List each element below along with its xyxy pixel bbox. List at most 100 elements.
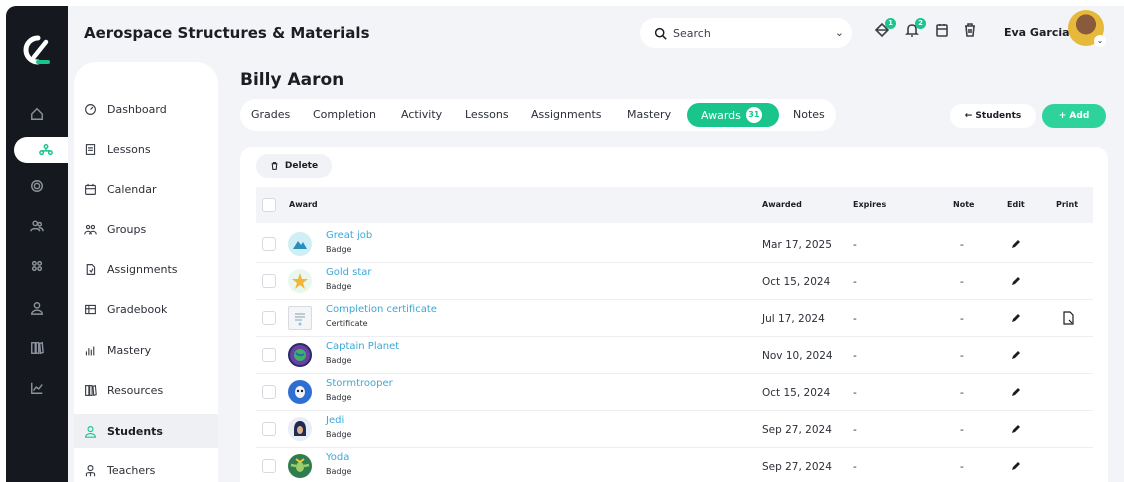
rail-library[interactable] (6, 336, 68, 360)
row-checkbox[interactable] (262, 311, 276, 325)
tab-awards[interactable]: Awards 31 (687, 103, 779, 127)
calendar-button[interactable] (934, 22, 954, 44)
tab-lessons[interactable]: Lessons (465, 108, 509, 121)
row-checkbox[interactable] (262, 422, 276, 436)
table-row[interactable]: Stormtrooper Badge Oct 15, 2024 - - (256, 374, 1093, 411)
note-value: - (960, 239, 964, 251)
row-checkbox[interactable] (262, 274, 276, 288)
tab-activity[interactable]: Activity (401, 108, 442, 121)
nav-item-resources[interactable]: Resources (84, 379, 163, 401)
print-icon[interactable] (1062, 311, 1074, 325)
rail-person[interactable] (6, 296, 68, 320)
award-name-link[interactable]: Great job (326, 230, 372, 241)
table-row[interactable]: Gold star Badge Oct 15, 2024 - - (256, 263, 1093, 300)
library-icon (31, 341, 44, 355)
award-type: Certificate (326, 319, 368, 328)
table-row[interactable]: Great job Badge Mar 17, 2025 - - (256, 226, 1093, 263)
pencil-icon[interactable] (1010, 460, 1022, 472)
nav-item-lessons[interactable]: Lessons (84, 138, 151, 160)
home-icon (31, 107, 43, 120)
pencil-icon[interactable] (1010, 275, 1022, 287)
tab-grades[interactable]: Grades (251, 108, 290, 121)
trash-icon (965, 23, 975, 37)
user-name[interactable]: Eva Garcia (1004, 26, 1070, 39)
table-row[interactable]: Captain Planet Badge Nov 10, 2024 - - (256, 337, 1093, 374)
icon-rail (6, 6, 78, 482)
yoda-badge-icon (288, 454, 312, 478)
avatar-chevron-icon[interactable]: ⌄ (1094, 35, 1106, 47)
student-icon (85, 425, 96, 438)
award-name-link[interactable]: Jedi (326, 415, 344, 426)
add-award-button[interactable]: + Add (1042, 104, 1106, 128)
messages-button[interactable]: 1 (874, 18, 896, 44)
header-award[interactable]: Award (289, 200, 318, 209)
nav-item-calendar[interactable]: Calendar (84, 178, 156, 200)
delete-label: Delete (284, 161, 319, 171)
notifications-button[interactable]: 2 (904, 18, 926, 44)
rail-users[interactable] (6, 214, 68, 238)
rail-home[interactable] (6, 102, 68, 126)
tab-assignments[interactable]: Assignments (531, 108, 602, 121)
table-row[interactable]: Completion certificate Certificate Jul 1… (256, 300, 1093, 337)
rail-target[interactable] (6, 174, 68, 198)
awarded-date: Oct 15, 2024 (762, 276, 831, 288)
nav-item-teachers[interactable]: Teachers (84, 459, 155, 481)
table-row[interactable]: Jedi Badge Sep 27, 2024 - - (256, 411, 1093, 448)
search-box[interactable]: Search ⌄ (640, 18, 852, 48)
row-checkbox[interactable] (262, 237, 276, 251)
award-name-link[interactable]: Stormtrooper (326, 378, 393, 389)
tab-notes[interactable]: Notes (793, 108, 825, 121)
trash-button[interactable] (962, 22, 982, 44)
header-awarded[interactable]: Awarded (762, 200, 802, 209)
mastery-icon (85, 345, 95, 355)
row-checkbox[interactable] (262, 348, 276, 362)
row-checkbox[interactable] (262, 385, 276, 399)
pencil-icon[interactable] (1010, 349, 1022, 361)
delete-button[interactable]: Delete (256, 154, 332, 178)
chart-icon (31, 382, 43, 394)
awarded-date: Sep 27, 2024 (762, 424, 832, 436)
award-type: Badge (326, 245, 352, 254)
back-to-students-button[interactable]: ← Students (950, 104, 1036, 128)
pencil-icon[interactable] (1010, 238, 1022, 250)
award-name-link[interactable]: Yoda (326, 452, 349, 463)
groups-icon (84, 224, 97, 234)
resources-icon (85, 384, 97, 396)
awarded-date: Oct 15, 2024 (762, 387, 831, 399)
pencil-icon[interactable] (1010, 423, 1022, 435)
nav-item-label: Groups (107, 222, 147, 236)
awarded-date: Nov 10, 2024 (762, 350, 833, 362)
table-row[interactable]: Yoda Badge Sep 27, 2024 - - (256, 448, 1093, 482)
nav-item-students[interactable]: Students (84, 420, 163, 442)
award-name-link[interactable]: Gold star (326, 267, 372, 278)
tab-awards-label: Awards (701, 108, 741, 122)
award-name-link[interactable]: Completion certificate (326, 304, 437, 315)
nav-item-gradebook[interactable]: Gradebook (84, 298, 167, 320)
rail-chart[interactable] (6, 376, 68, 400)
award-name-link[interactable]: Captain Planet (326, 341, 399, 352)
header-expires[interactable]: Expires (853, 200, 886, 209)
table-header: Award Awarded Expires Note Edit Print (256, 187, 1093, 223)
row-checkbox[interactable] (262, 459, 276, 473)
calendar-icon (936, 24, 948, 37)
planet-badge-icon (288, 343, 312, 367)
pencil-icon[interactable] (1010, 386, 1022, 398)
lessons-icon (85, 143, 96, 155)
pencil-icon[interactable] (1010, 312, 1022, 324)
awarded-date: Jul 17, 2024 (762, 313, 825, 325)
rail-groups[interactable] (6, 254, 68, 278)
nav-item-assignments[interactable]: Assignments (84, 258, 178, 280)
app-title: Aerospace Structures & Materials (84, 24, 370, 42)
nav-item-groups[interactable]: Groups (84, 218, 146, 240)
tab-completion[interactable]: Completion (313, 108, 376, 121)
nav-item-mastery[interactable]: Mastery (84, 339, 151, 361)
page-title: Billy Aaron (240, 70, 345, 90)
app-logo[interactable] (16, 30, 56, 70)
tab-mastery[interactable]: Mastery (627, 108, 671, 121)
nav-item-dashboard[interactable]: Dashboard (84, 98, 167, 120)
header-print: Print (1056, 200, 1079, 209)
note-value: - (960, 424, 964, 436)
chevron-down-icon[interactable]: ⌄ (835, 26, 844, 39)
search-input[interactable]: Search (673, 27, 711, 40)
select-all-checkbox[interactable] (262, 198, 276, 212)
